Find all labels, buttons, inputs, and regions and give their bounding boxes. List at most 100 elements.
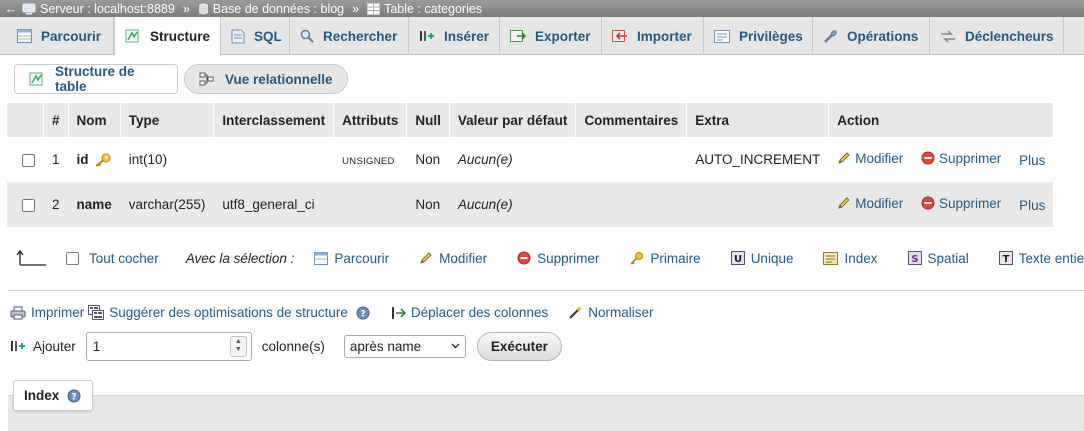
header-checkbox (6, 103, 44, 137)
add-column-icon (10, 339, 26, 353)
delete-link[interactable]: Supprimer (921, 151, 1001, 166)
back-arrow-icon[interactable]: ← (0, 1, 22, 16)
divider (8, 290, 1084, 291)
structure-icon (29, 72, 45, 87)
header-default[interactable]: Valeur par défaut (448, 103, 576, 137)
subtab-table-structure[interactable]: Structure de table (14, 64, 178, 94)
header-attributes[interactable]: Attributs (333, 103, 407, 137)
print-label: Imprimer (31, 305, 85, 320)
column-position-select[interactable]: après name (343, 334, 466, 358)
breadcrumb: ← Serveur : localhost:8889 » Base de don… (0, 0, 1084, 17)
stepper-down-icon[interactable]: ▼ (235, 346, 242, 354)
modify-link[interactable]: Modifier (837, 196, 903, 211)
row-default: Aucun(e) (449, 137, 576, 182)
structure-tools: Imprimer Suggérer des optimisations de s… (10, 305, 669, 320)
tab-privileges[interactable]: Privilèges (704, 17, 813, 55)
bulk-browse-button[interactable]: Parcourir (314, 251, 389, 266)
key-icon (629, 251, 644, 265)
spatial-icon: S (907, 251, 922, 265)
database-icon (198, 3, 209, 15)
check-all-label[interactable]: Tout cocher (89, 251, 159, 266)
subtab-label: Vue relationnelle (225, 71, 333, 87)
tab-triggers[interactable]: Déclencheurs (930, 17, 1064, 55)
row-extra (686, 182, 829, 227)
tab-insert[interactable]: Insérer (409, 17, 500, 55)
row-comments (575, 182, 687, 227)
with-selected-label: Avec la sélection : (185, 250, 295, 266)
delete-link[interactable]: Supprimer (921, 196, 1001, 211)
stepper-up-icon[interactable]: ▲ (235, 338, 242, 346)
tab-browse[interactable]: Parcourir (7, 17, 114, 55)
svg-text:S: S (911, 254, 918, 265)
row-checkbox[interactable] (22, 153, 35, 167)
column-count-stepper[interactable]: ▲ ▼ (229, 335, 247, 357)
bulk-fulltext-button[interactable]: T Texte entier (998, 251, 1084, 266)
header-extra[interactable]: Extra (686, 103, 829, 137)
tab-label: Importer (637, 28, 692, 44)
check-all-checkbox[interactable] (66, 251, 79, 265)
breadcrumb-server[interactable]: Serveur : localhost:8889 (22, 2, 175, 16)
structure-icon (125, 29, 141, 44)
row-type: int(10) (120, 137, 214, 182)
header-null[interactable]: Null (406, 103, 450, 137)
modify-link[interactable]: Modifier (837, 151, 903, 166)
column-position-value: après name (349, 338, 422, 354)
normalize-link[interactable]: Normaliser (568, 305, 653, 320)
column-count-input[interactable]: 1 ▲ ▼ (85, 331, 252, 361)
search-icon (300, 29, 314, 43)
tab-label: SQL (254, 28, 282, 44)
execute-button[interactable]: Exécuter (476, 331, 562, 361)
bulk-modify-button[interactable]: Modifier (419, 251, 487, 266)
breadcrumb-server-label: Serveur : localhost:8889 (40, 1, 175, 16)
tab-operations[interactable]: Opérations (813, 17, 930, 55)
subtab-relation-view[interactable]: Vue relationnelle (184, 64, 348, 94)
row-default: Aucun(e) (449, 182, 576, 227)
triggers-icon (940, 29, 956, 43)
header-comments[interactable]: Commentaires (575, 103, 687, 137)
pencil-icon (837, 151, 851, 165)
more-link[interactable]: Plus (1019, 198, 1045, 213)
tab-structure[interactable]: Structure (114, 17, 221, 56)
tab-label: Déclencheurs (965, 28, 1054, 44)
row-number: 1 (43, 137, 69, 182)
bulk-primary-button[interactable]: Primaire (629, 251, 701, 266)
browse-icon (314, 251, 329, 265)
header-name[interactable]: Nom (67, 103, 121, 137)
help-icon[interactable]: ? (356, 306, 370, 320)
index-icon (823, 251, 839, 265)
row-actions: Modifier Supprimer Plus (828, 137, 1054, 182)
bulk-spatial-button[interactable]: S Spatial (907, 251, 969, 266)
move-columns-link[interactable]: Déplacer des colonnes (391, 305, 548, 320)
help-icon[interactable]: ? (67, 389, 81, 403)
header-number[interactable]: # (43, 103, 69, 137)
bulk-delete-button[interactable]: Supprimer (517, 251, 599, 266)
sql-icon (231, 29, 245, 44)
bulk-unique-button[interactable]: U Unique (730, 251, 793, 266)
tab-label: Parcourir (41, 28, 102, 44)
breadcrumb-database[interactable]: Base de données : blog (198, 2, 344, 16)
breadcrumb-table[interactable]: Table : categories (367, 2, 482, 16)
header-collation[interactable]: Interclassement (213, 103, 334, 137)
tab-search[interactable]: Rechercher (290, 17, 409, 55)
row-checkbox[interactable] (22, 198, 35, 212)
tab-import[interactable]: Importer (602, 17, 704, 55)
bulk-index-button[interactable]: Index (823, 251, 878, 266)
more-link[interactable]: Plus (1019, 153, 1045, 168)
propose-icon (88, 305, 105, 320)
row-type: varchar(255) (120, 182, 214, 227)
privileges-icon (714, 29, 730, 43)
magic-wand-icon (568, 305, 583, 320)
svg-text:?: ? (72, 392, 77, 402)
svg-text:U: U (734, 254, 742, 265)
delete-icon (921, 151, 935, 165)
tab-sql[interactable]: SQL (221, 17, 290, 55)
index-title: Index (24, 388, 60, 403)
header-type[interactable]: Type (119, 103, 214, 137)
index-section-header[interactable]: Index ? (13, 380, 93, 411)
structure-subtabs: Structure de table Vue relationnelle (14, 64, 348, 94)
print-link[interactable]: Imprimer (10, 305, 84, 320)
suggest-optimization-link[interactable]: Suggérer des optimisations de structure (88, 305, 348, 320)
table-row: 1 id int(10) UNSIGNED Non Aucun(e) AUTO_… (6, 137, 1054, 182)
tab-label: Insérer (444, 28, 490, 44)
tab-export[interactable]: Exporter (500, 17, 602, 55)
